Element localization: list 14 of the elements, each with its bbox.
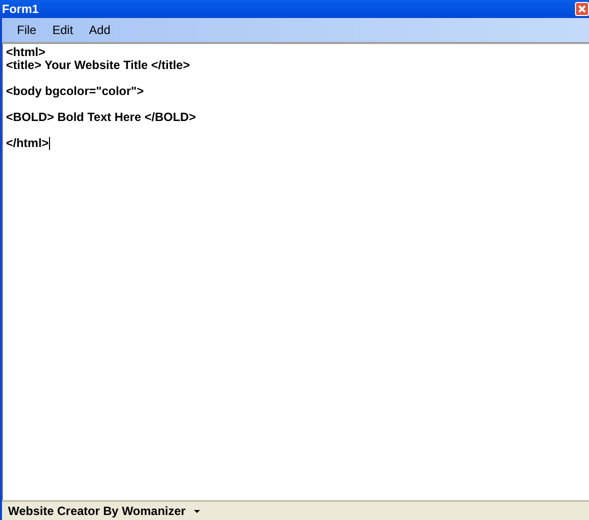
- code-line: <BOLD> Bold Text Here </BOLD>: [6, 111, 196, 124]
- caret-icon: [194, 510, 200, 512]
- close-icon: [578, 5, 586, 13]
- menu-item[interactable]: File: [10, 21, 44, 39]
- close-button[interactable]: [575, 2, 589, 16]
- menu-item[interactable]: Add: [82, 21, 118, 39]
- text-cursor: [48, 137, 50, 150]
- window-title: Form1: [2, 3, 39, 15]
- code-line: </html>: [6, 137, 49, 150]
- menu-item[interactable]: Edit: [45, 21, 80, 39]
- code-line: <title> Your Website Title </title>: [6, 59, 190, 72]
- code-line: <html>: [6, 46, 46, 59]
- status-dropdown[interactable]: Website Creator By Womanizer: [8, 502, 200, 520]
- code-line: <body bgcolor="color">: [6, 85, 144, 98]
